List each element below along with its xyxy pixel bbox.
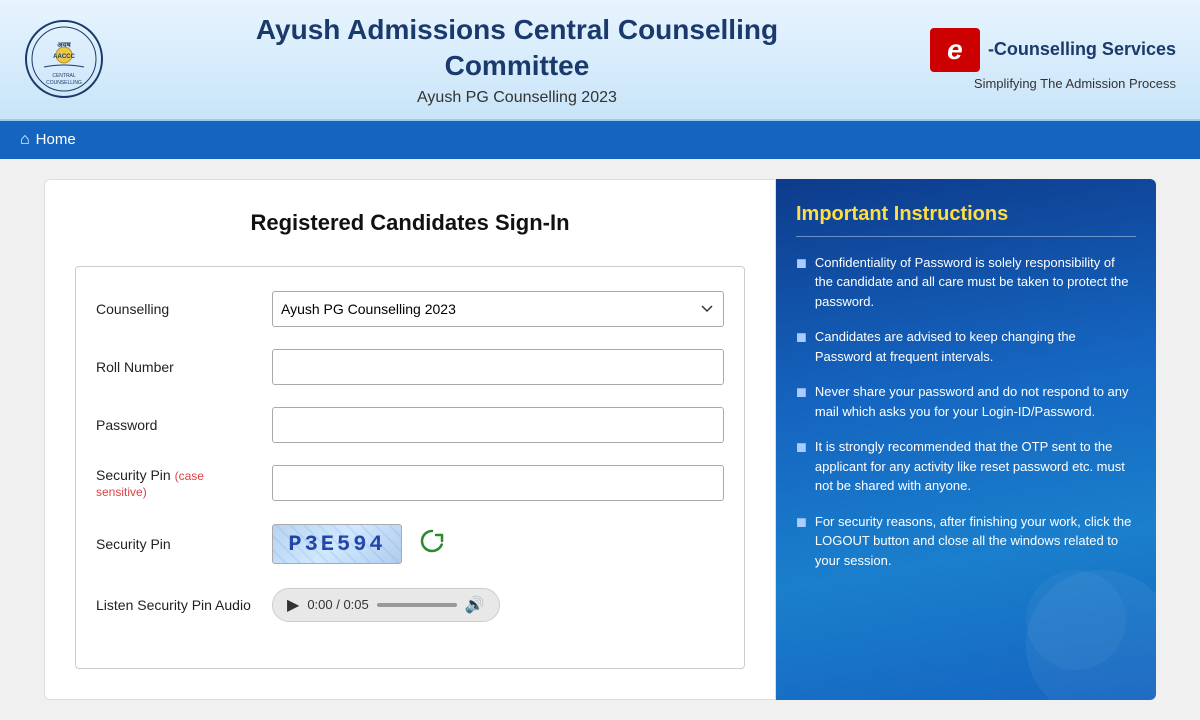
- password-label: Password: [96, 417, 256, 433]
- svg-text:CENTRAL: CENTRAL: [52, 73, 76, 79]
- list-item: ■ Never share your password and do not r…: [796, 382, 1136, 421]
- volume-icon: 🔊: [465, 595, 485, 615]
- page-header: अयुष AACCC CENTRAL COUNSELLING Ayush Adm…: [0, 0, 1200, 121]
- roll-number-label: Roll Number: [96, 359, 256, 375]
- logo-left: अयुष AACCC CENTRAL COUNSELLING: [24, 19, 104, 99]
- form-inner: Counselling Ayush PG Counselling 2023 Ro…: [75, 266, 745, 669]
- site-title: Ayush Admissions Central Counselling Com…: [104, 12, 930, 85]
- instruction-text: Candidates are advised to keep changing …: [815, 327, 1136, 366]
- instruction-text: For security reasons, after finishing yo…: [815, 512, 1136, 571]
- home-label: Home: [36, 131, 76, 148]
- ecounselling-tagline: Simplifying The Admission Process: [974, 76, 1176, 91]
- instructions-list: ■ Confidentiality of Password is solely …: [796, 253, 1136, 571]
- instructions-title: Important Instructions: [796, 203, 1136, 226]
- instructions-divider: [796, 236, 1136, 237]
- home-icon: ⌂: [20, 131, 30, 149]
- instruction-text: Confidentiality of Password is solely re…: [815, 253, 1136, 312]
- audio-progress-bar[interactable]: [377, 603, 457, 607]
- logo-right: e -Counselling Services Simplifying The …: [930, 28, 1176, 91]
- aaccc-logo: अयुष AACCC CENTRAL COUNSELLING: [24, 19, 104, 99]
- captcha-image: P3E594: [272, 524, 402, 564]
- ecounselling-icon: e: [930, 28, 980, 72]
- ecounselling-brand: e -Counselling Services: [930, 28, 1176, 72]
- play-button[interactable]: ▶: [287, 595, 299, 615]
- password-input[interactable]: [272, 407, 724, 443]
- counselling-row: Counselling Ayush PG Counselling 2023: [96, 291, 724, 327]
- svg-text:AACCC: AACCC: [53, 54, 75, 60]
- header-center: Ayush Admissions Central Counselling Com…: [104, 12, 930, 107]
- roll-number-row: Roll Number: [96, 349, 724, 385]
- counselling-select[interactable]: Ayush PG Counselling 2023: [272, 291, 724, 327]
- site-subtitle: Ayush PG Counselling 2023: [104, 89, 930, 107]
- bullet-icon: ■: [796, 438, 807, 496]
- main-content: Registered Candidates Sign-In Counsellin…: [20, 159, 1180, 720]
- bullet-icon: ■: [796, 328, 807, 366]
- refresh-captcha-button[interactable]: [414, 523, 450, 566]
- list-item: ■ Confidentiality of Password is solely …: [796, 253, 1136, 312]
- security-pin-input-label: Security Pin (case sensitive): [96, 467, 256, 499]
- instruction-text: Never share your password and do not res…: [815, 382, 1136, 421]
- instruction-text: It is strongly recommended that the OTP …: [815, 437, 1136, 496]
- security-pin-input[interactable]: [272, 465, 724, 501]
- audio-row: Listen Security Pin Audio ▶ 0:00 / 0:05 …: [96, 588, 724, 622]
- security-pin-captcha-label: Security Pin: [96, 536, 256, 552]
- list-item: ■ It is strongly recommended that the OT…: [796, 437, 1136, 496]
- bullet-icon: ■: [796, 254, 807, 312]
- counselling-label: Counselling: [96, 301, 256, 317]
- bullet-icon: ■: [796, 513, 807, 571]
- audio-time: 0:00 / 0:05: [307, 597, 368, 612]
- list-item: ■ Candidates are advised to keep changin…: [796, 327, 1136, 366]
- navbar: ⌂ Home: [0, 121, 1200, 159]
- security-pin-captcha-row: Security Pin P3E594: [96, 523, 724, 566]
- play-icon: ▶: [287, 597, 299, 614]
- captcha-text: P3E594: [288, 532, 385, 557]
- refresh-icon: [418, 527, 446, 555]
- listen-label: Listen Security Pin Audio: [96, 597, 256, 613]
- ecounselling-brand-text: -Counselling Services: [988, 39, 1176, 60]
- password-row: Password: [96, 407, 724, 443]
- security-pin-input-row: Security Pin (case sensitive): [96, 465, 724, 501]
- instructions-panel: Important Instructions ■ Confidentiality…: [776, 179, 1156, 700]
- home-link[interactable]: ⌂ Home: [20, 131, 76, 149]
- form-container: Registered Candidates Sign-In Counsellin…: [44, 179, 776, 700]
- captcha-row: P3E594: [272, 523, 450, 566]
- list-item: ■ For security reasons, after finishing …: [796, 512, 1136, 571]
- bullet-icon: ■: [796, 383, 807, 421]
- form-title: Registered Candidates Sign-In: [75, 210, 745, 236]
- svg-text:COUNSELLING: COUNSELLING: [46, 80, 82, 86]
- roll-number-input[interactable]: [272, 349, 724, 385]
- audio-player: ▶ 0:00 / 0:05 🔊: [272, 588, 500, 622]
